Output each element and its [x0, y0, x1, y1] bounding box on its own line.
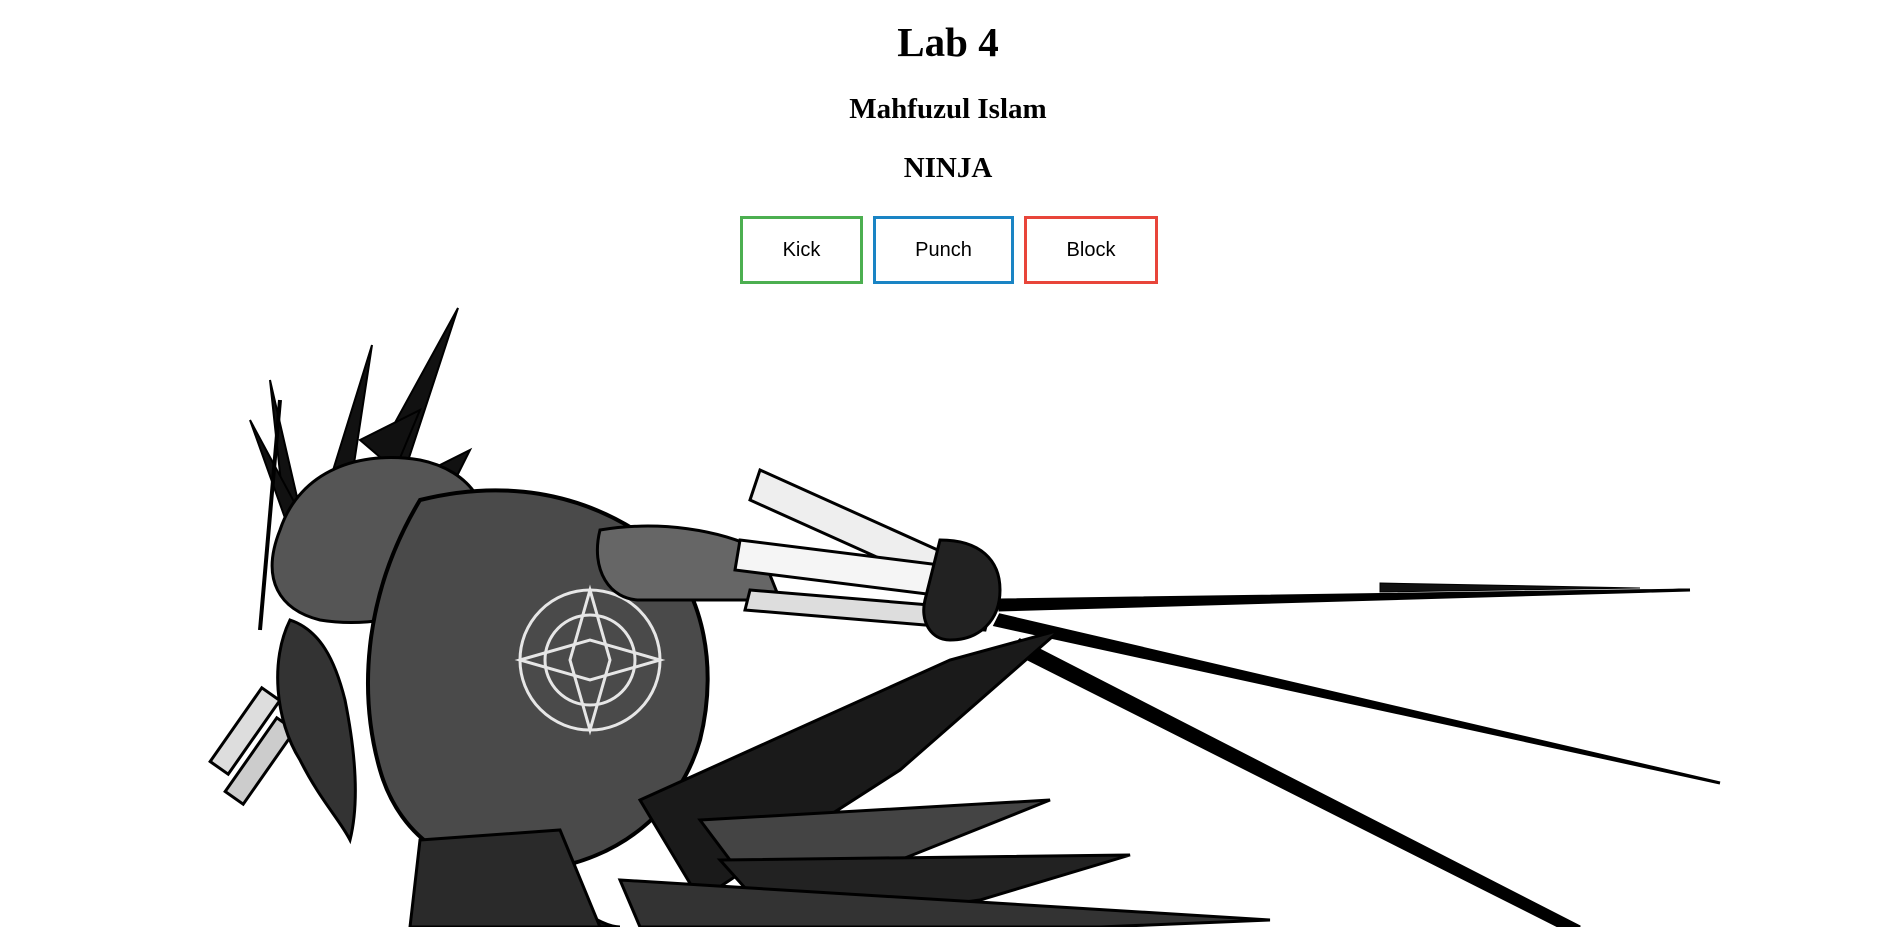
block-button[interactable]: Block	[1024, 216, 1158, 284]
kick-button[interactable]: Kick	[740, 216, 863, 284]
author-name: Mahfuzul Islam	[849, 93, 1047, 125]
katana-blades	[992, 582, 1721, 927]
punch-button[interactable]: Punch	[873, 216, 1014, 284]
page-title: Lab 4	[897, 19, 999, 65]
ninja-illustration	[208, 307, 1721, 927]
mask	[276, 618, 357, 845]
hand-and-hilts	[733, 467, 1002, 642]
character-name: NINJA	[903, 152, 993, 184]
page: Lab 4 Mahfuzul Islam NINJA Kick Punch Bl…	[0, 0, 1896, 927]
action-buttons: Kick Punch Block	[740, 216, 1158, 284]
